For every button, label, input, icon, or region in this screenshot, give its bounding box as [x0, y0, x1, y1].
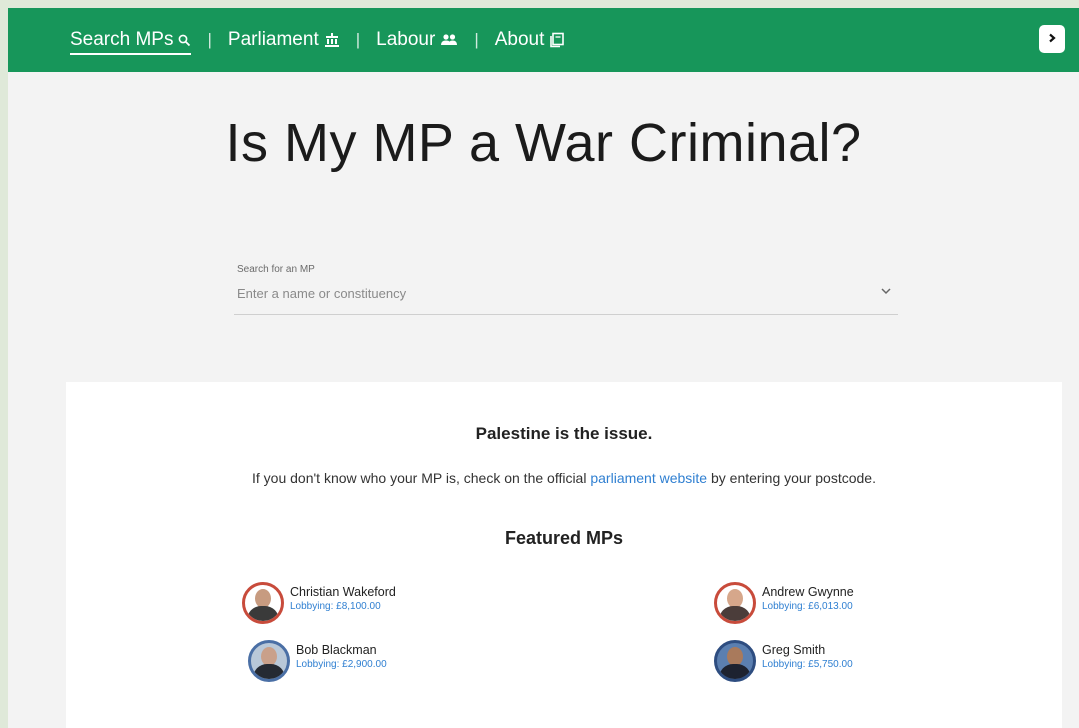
featured-mp-card[interactable]: Greg Smith Lobbying: £5,750.00: [714, 640, 853, 682]
mp-lobbying: Lobbying: £6,013.00: [762, 601, 853, 612]
nav-separator: |: [207, 30, 212, 49]
mp-name: Bob Blackman: [296, 643, 377, 657]
mp-search-field[interactable]: Search for an MP: [234, 264, 898, 315]
info-text-after: by entering your postcode.: [707, 470, 876, 486]
featured-mp-card[interactable]: Bob Blackman Lobbying: £2,900.00: [248, 640, 387, 682]
parliament-website-link[interactable]: parliament website: [590, 470, 707, 486]
top-nav-bar: Search MPs | Parliament | Labour | About: [8, 8, 1079, 72]
avatar: [242, 582, 284, 624]
parliament-icon: [324, 32, 340, 48]
info-card: Palestine is the issue. If you don't kno…: [66, 382, 1062, 728]
featured-mps-heading: Featured MPs: [504, 528, 624, 548]
mp-lobbying: Lobbying: £8,100.00: [290, 601, 381, 612]
main-nav: Search MPs | Parliament | Labour | About: [70, 8, 565, 72]
chevron-down-icon[interactable]: [880, 282, 892, 300]
nav-separator: |: [474, 30, 479, 49]
search-input[interactable]: [237, 286, 857, 301]
nav-search-mps[interactable]: Search MPs: [70, 29, 192, 55]
featured-mp-card[interactable]: Christian Wakeford Lobbying: £8,100.00: [242, 582, 396, 624]
nav-label-labour: Labour: [376, 29, 436, 50]
search-icon: [178, 34, 191, 47]
nav-labour[interactable]: Labour: [376, 29, 458, 51]
issue-heading: Palestine is the issue.: [475, 424, 653, 443]
info-text: If you don't know who your MP is, check …: [66, 470, 1062, 486]
sidebar-toggle-button[interactable]: [1039, 25, 1065, 53]
chevron-right-icon: [1047, 30, 1057, 48]
mp-lobbying: Lobbying: £5,750.00: [762, 659, 853, 670]
nav-separator: |: [355, 30, 361, 49]
nav-label-parliament: Parliament: [227, 29, 319, 50]
nav-label-about: About: [494, 29, 545, 50]
nav-label-search-mps: Search MPs: [70, 29, 174, 50]
nav-about[interactable]: About: [495, 29, 566, 51]
search-label: Search for an MP: [237, 264, 315, 275]
mp-name: Christian Wakeford: [290, 585, 396, 599]
info-text-before: If you don't know who your MP is, check …: [252, 470, 591, 486]
avatar: [714, 640, 756, 682]
featured-mp-card[interactable]: Andrew Gwynne Lobbying: £6,013.00: [714, 582, 854, 624]
avatar: [248, 640, 290, 682]
mp-lobbying: Lobbying: £2,900.00: [296, 659, 387, 670]
mp-name: Andrew Gwynne: [762, 585, 854, 599]
avatar: [714, 582, 756, 624]
page: Search MPs | Parliament | Labour | About…: [8, 8, 1079, 728]
nav-parliament[interactable]: Parliament: [228, 29, 340, 51]
book-icon: [549, 32, 565, 48]
people-icon: [440, 33, 458, 47]
page-title: Is My MP a War Criminal?: [225, 113, 862, 173]
mp-name: Greg Smith: [762, 643, 826, 657]
